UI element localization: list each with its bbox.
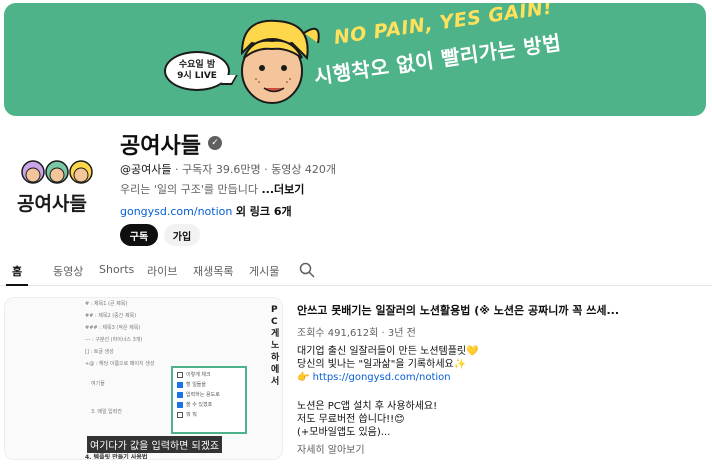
- channel-tabs: 홈 동영상 Shorts 라이브 재생목록 게시물: [0, 258, 712, 286]
- thumb-check-item: 쓸 수 있겠죠: [177, 401, 245, 408]
- thumb-check-item: 이렇게 체크: [177, 371, 245, 378]
- channel-handle: @공여사들: [120, 163, 172, 176]
- video-count: 동영상 420개: [271, 163, 337, 176]
- thumb-list-item: # : 제목1 (큰 제목): [85, 301, 128, 307]
- thumb-subtitle: 여기다가 값을 입력하면 되겠죠: [87, 436, 223, 453]
- channel-banner: 수요일 밤 9시 LIVE NO PAIN, YES GAIN! 시행착오 없이…: [4, 3, 706, 116]
- more-link[interactable]: ...더보기: [261, 183, 304, 196]
- thumb-side-item: 여기들: [91, 381, 105, 387]
- bubble-line1: 수요일 밤: [178, 60, 216, 70]
- thumb-vertical-title: PC게노하에서: [271, 305, 280, 387]
- desc-link-row: 👉 https://gongysd.com/notion: [297, 372, 451, 383]
- subscriber-count: 구독자 39.6만명: [181, 163, 261, 176]
- thumb-list-item: [] : 토글 생성: [85, 349, 114, 355]
- search-icon[interactable]: [299, 262, 315, 278]
- more-links[interactable]: 외 링크 6개: [236, 205, 292, 218]
- upload-age: 3년 전: [387, 328, 416, 339]
- thumb-list-item: ## : 제목2 (중간 제목): [85, 313, 137, 319]
- join-button[interactable]: 가입: [164, 224, 200, 246]
- desc-line: 대기업 출신 일잘러들이 만든 노션템플릿💛: [297, 346, 479, 357]
- thumb-check-item: 뭐 뭐: [177, 411, 245, 418]
- channel-meta: @공여사들 · 구독자 39.6만명 · 동영상 420개: [120, 161, 336, 177]
- bubble-line2: 9시 LIVE: [177, 71, 217, 81]
- featured-video-description: 대기업 출신 일잘러들이 만든 노션템플릿💛 당신의 빛나는 "일과삶"을 기록…: [297, 345, 479, 384]
- featured-video-thumbnail[interactable]: # : 제목1 (큰 제목) ## : 제목2 (중간 제목) ### : 제목…: [4, 297, 283, 460]
- meta-dot: ·: [174, 163, 182, 176]
- desc-line: (+모바일앱도 있음)...: [297, 427, 391, 438]
- desc-line: 노션은 PC앱 설치 후 사용하세요!: [297, 401, 438, 412]
- channel-description[interactable]: 우리는 '일의 구조'를 만듭니다 ...더보기: [120, 181, 304, 197]
- tab-posts[interactable]: 게시물: [249, 263, 279, 279]
- featured-video-title[interactable]: 안쓰고 못배기는 일잘러의 노션활용법 (※ 노션은 공짜니까 꼭 쓰세...: [297, 302, 619, 318]
- channel-links: gongysd.com/notion 외 링크 6개: [120, 203, 292, 219]
- thumb-shortcut-list: # : 제목1 (큰 제목) ## : 제목2 (중간 제목) ### : 제목…: [85, 298, 154, 370]
- live-schedule-bubble: 수요일 밤 9시 LIVE: [164, 51, 230, 91]
- view-count: 조회수 491,612회: [297, 328, 379, 339]
- mascot-face-icon: [240, 19, 320, 104]
- tab-playlists[interactable]: 재생목록: [193, 263, 233, 279]
- description-text: 우리는 '일의 구조'를 만듭니다: [120, 183, 258, 196]
- channel-avatar[interactable]: 공여사들: [13, 150, 103, 224]
- tab-shorts[interactable]: Shorts: [99, 263, 134, 276]
- thumb-list-item: +@ : 해당 이름으로 페이지 생성: [85, 361, 155, 367]
- check-icon: ✓: [208, 136, 222, 150]
- read-more-link[interactable]: 자세히 알아보기: [297, 441, 365, 456]
- tab-home[interactable]: 홈: [12, 263, 22, 279]
- active-tab-indicator: [6, 284, 28, 286]
- thumb-checklist-box: 이렇게 체크 할 일들을 입력하는 용도로 쓸 수 있겠죠 뭐 뭐: [171, 366, 247, 434]
- tab-live[interactable]: 라이브: [147, 263, 177, 279]
- logo-text: 공여사들: [17, 193, 87, 215]
- featured-video-meta: 조회수 491,612회 · 3년 전: [297, 324, 416, 339]
- thumb-side-item: 3. 매일 입력칸: [91, 409, 122, 415]
- thumb-list-item: --- : 구분선 (하이너스 3개): [85, 337, 143, 343]
- desc-line: 저도 무료버전 씁니다!!😊: [297, 414, 405, 425]
- desc-line: 당신의 빛나는 "일과삶"을 기록하세요✨: [297, 359, 467, 370]
- desc-link[interactable]: https://gongysd.com/notion: [313, 372, 451, 383]
- featured-video-description-2: 노션은 PC앱 설치 후 사용하세요! 저도 무료버전 씁니다!!😊 (+모바일…: [297, 400, 437, 439]
- thumb-list-item: ### : 제목3 (작은 제목): [85, 325, 141, 331]
- tab-videos[interactable]: 동영상: [53, 263, 83, 279]
- channel-link[interactable]: gongysd.com/notion: [120, 205, 232, 218]
- thumb-check-item: 할 일들을: [177, 381, 245, 388]
- subscribe-button[interactable]: 구독: [120, 224, 158, 246]
- thumb-check-item: 입력하는 용도로: [177, 391, 245, 398]
- channel-name: 공여사들: [120, 134, 201, 159]
- thumb-footer: 4. 템플릿 만들기 사용법: [85, 454, 148, 460]
